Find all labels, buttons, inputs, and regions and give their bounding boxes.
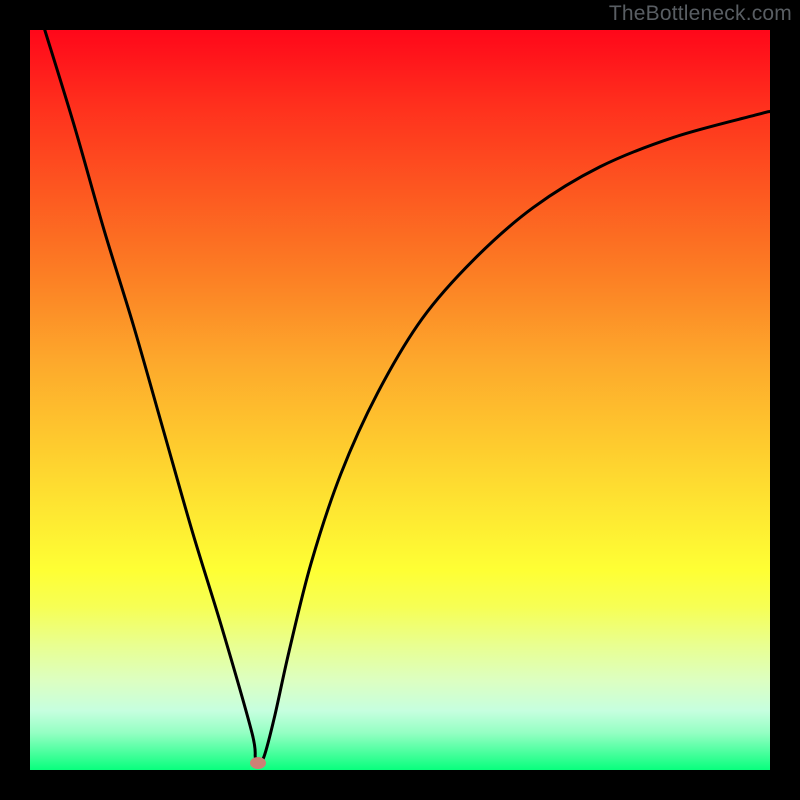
plot-area (30, 30, 770, 770)
watermark-text: TheBottleneck.com (609, 2, 792, 26)
gradient-background (30, 30, 770, 770)
chart-frame: TheBottleneck.com (0, 0, 800, 800)
